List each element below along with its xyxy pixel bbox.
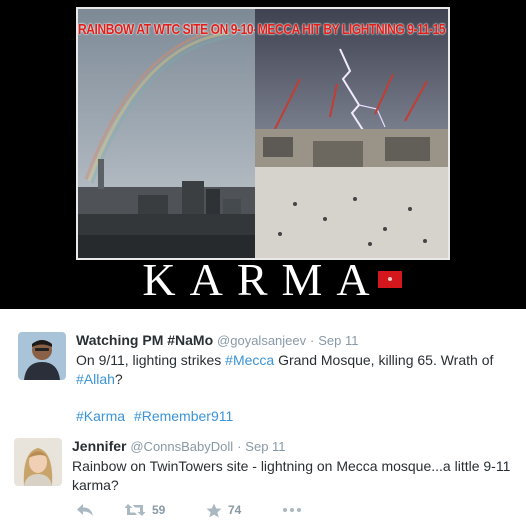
hashtag-link[interactable]: #Remember911	[134, 408, 233, 424]
tweet-timestamp[interactable]: Sep 11	[318, 333, 358, 348]
hashtag-link[interactable]: #Mecca	[225, 352, 274, 368]
poster-headline: KARMA	[142, 254, 384, 305]
tweet-text-segment: Grand Mosque, killing 65. Wrath of	[274, 352, 494, 368]
tweet-timestamp[interactable]: Sep 11	[245, 439, 285, 454]
tweet-header: Watching PM #NaMo @goyalsanjeev · Sep 11	[76, 331, 516, 350]
avatar[interactable]	[18, 332, 66, 380]
tweet-header: Jennifer @ConnsBabyDoll · Sep 11	[72, 437, 512, 456]
hashtag-link[interactable]: #Karma	[76, 408, 125, 424]
poster-photo-frame: RAINBOW AT WTC SITE ON 9-10-15 MECCA HIT…	[76, 7, 450, 260]
separator-dot: ·	[310, 333, 315, 348]
hashtag-row: #Karma #Remember911	[76, 407, 516, 426]
flag-icon	[378, 271, 402, 288]
rainbow-photo-panel: RAINBOW AT WTC SITE ON 9-10-15	[78, 9, 255, 258]
tweet-text: Rainbow on TwinTowers site - lightning o…	[72, 458, 511, 493]
hashtag-link[interactable]: #Allah	[76, 371, 115, 387]
left-photo-caption: RAINBOW AT WTC SITE ON 9-10-15	[78, 20, 255, 38]
author-name[interactable]: Watching PM #NaMo	[76, 332, 213, 348]
avatar[interactable]	[14, 438, 62, 486]
retweet-count: 59	[152, 503, 166, 517]
mecca-lightning-photo-panel: MECCA HIT BY LIGHTNING 9-11-15	[255, 9, 448, 258]
star-icon	[206, 503, 222, 518]
tweet-text-segment: ?	[114, 371, 123, 387]
favorite-count: 74	[228, 503, 242, 517]
karma-poster-image[interactable]: RAINBOW AT WTC SITE ON 9-10-15 MECCA HIT…	[0, 0, 526, 309]
retweet-button[interactable]: 59	[124, 500, 165, 520]
tweet-actions: 59 74	[72, 500, 372, 520]
author-name[interactable]: Jennifer	[72, 438, 126, 454]
tweet-text-segment: On 9/11, lighting strikes	[76, 352, 226, 368]
tweet-text: On 9/11, lighting strikes #Mecca Grand M…	[76, 351, 516, 389]
favorite-button[interactable]: 74	[206, 500, 241, 520]
reply-icon	[76, 503, 94, 517]
reply-button[interactable]	[76, 500, 94, 520]
right-photo-caption: MECCA HIT BY LIGHTNING 9-11-15	[257, 20, 446, 38]
author-username[interactable]: @ConnsBabyDoll	[130, 439, 233, 454]
more-options-button[interactable]	[282, 500, 302, 520]
separator-dot: ·	[237, 439, 242, 454]
author-username[interactable]: @goyalsanjeev	[217, 333, 306, 348]
more-dots-icon	[282, 507, 302, 513]
retweet-icon	[124, 503, 146, 517]
